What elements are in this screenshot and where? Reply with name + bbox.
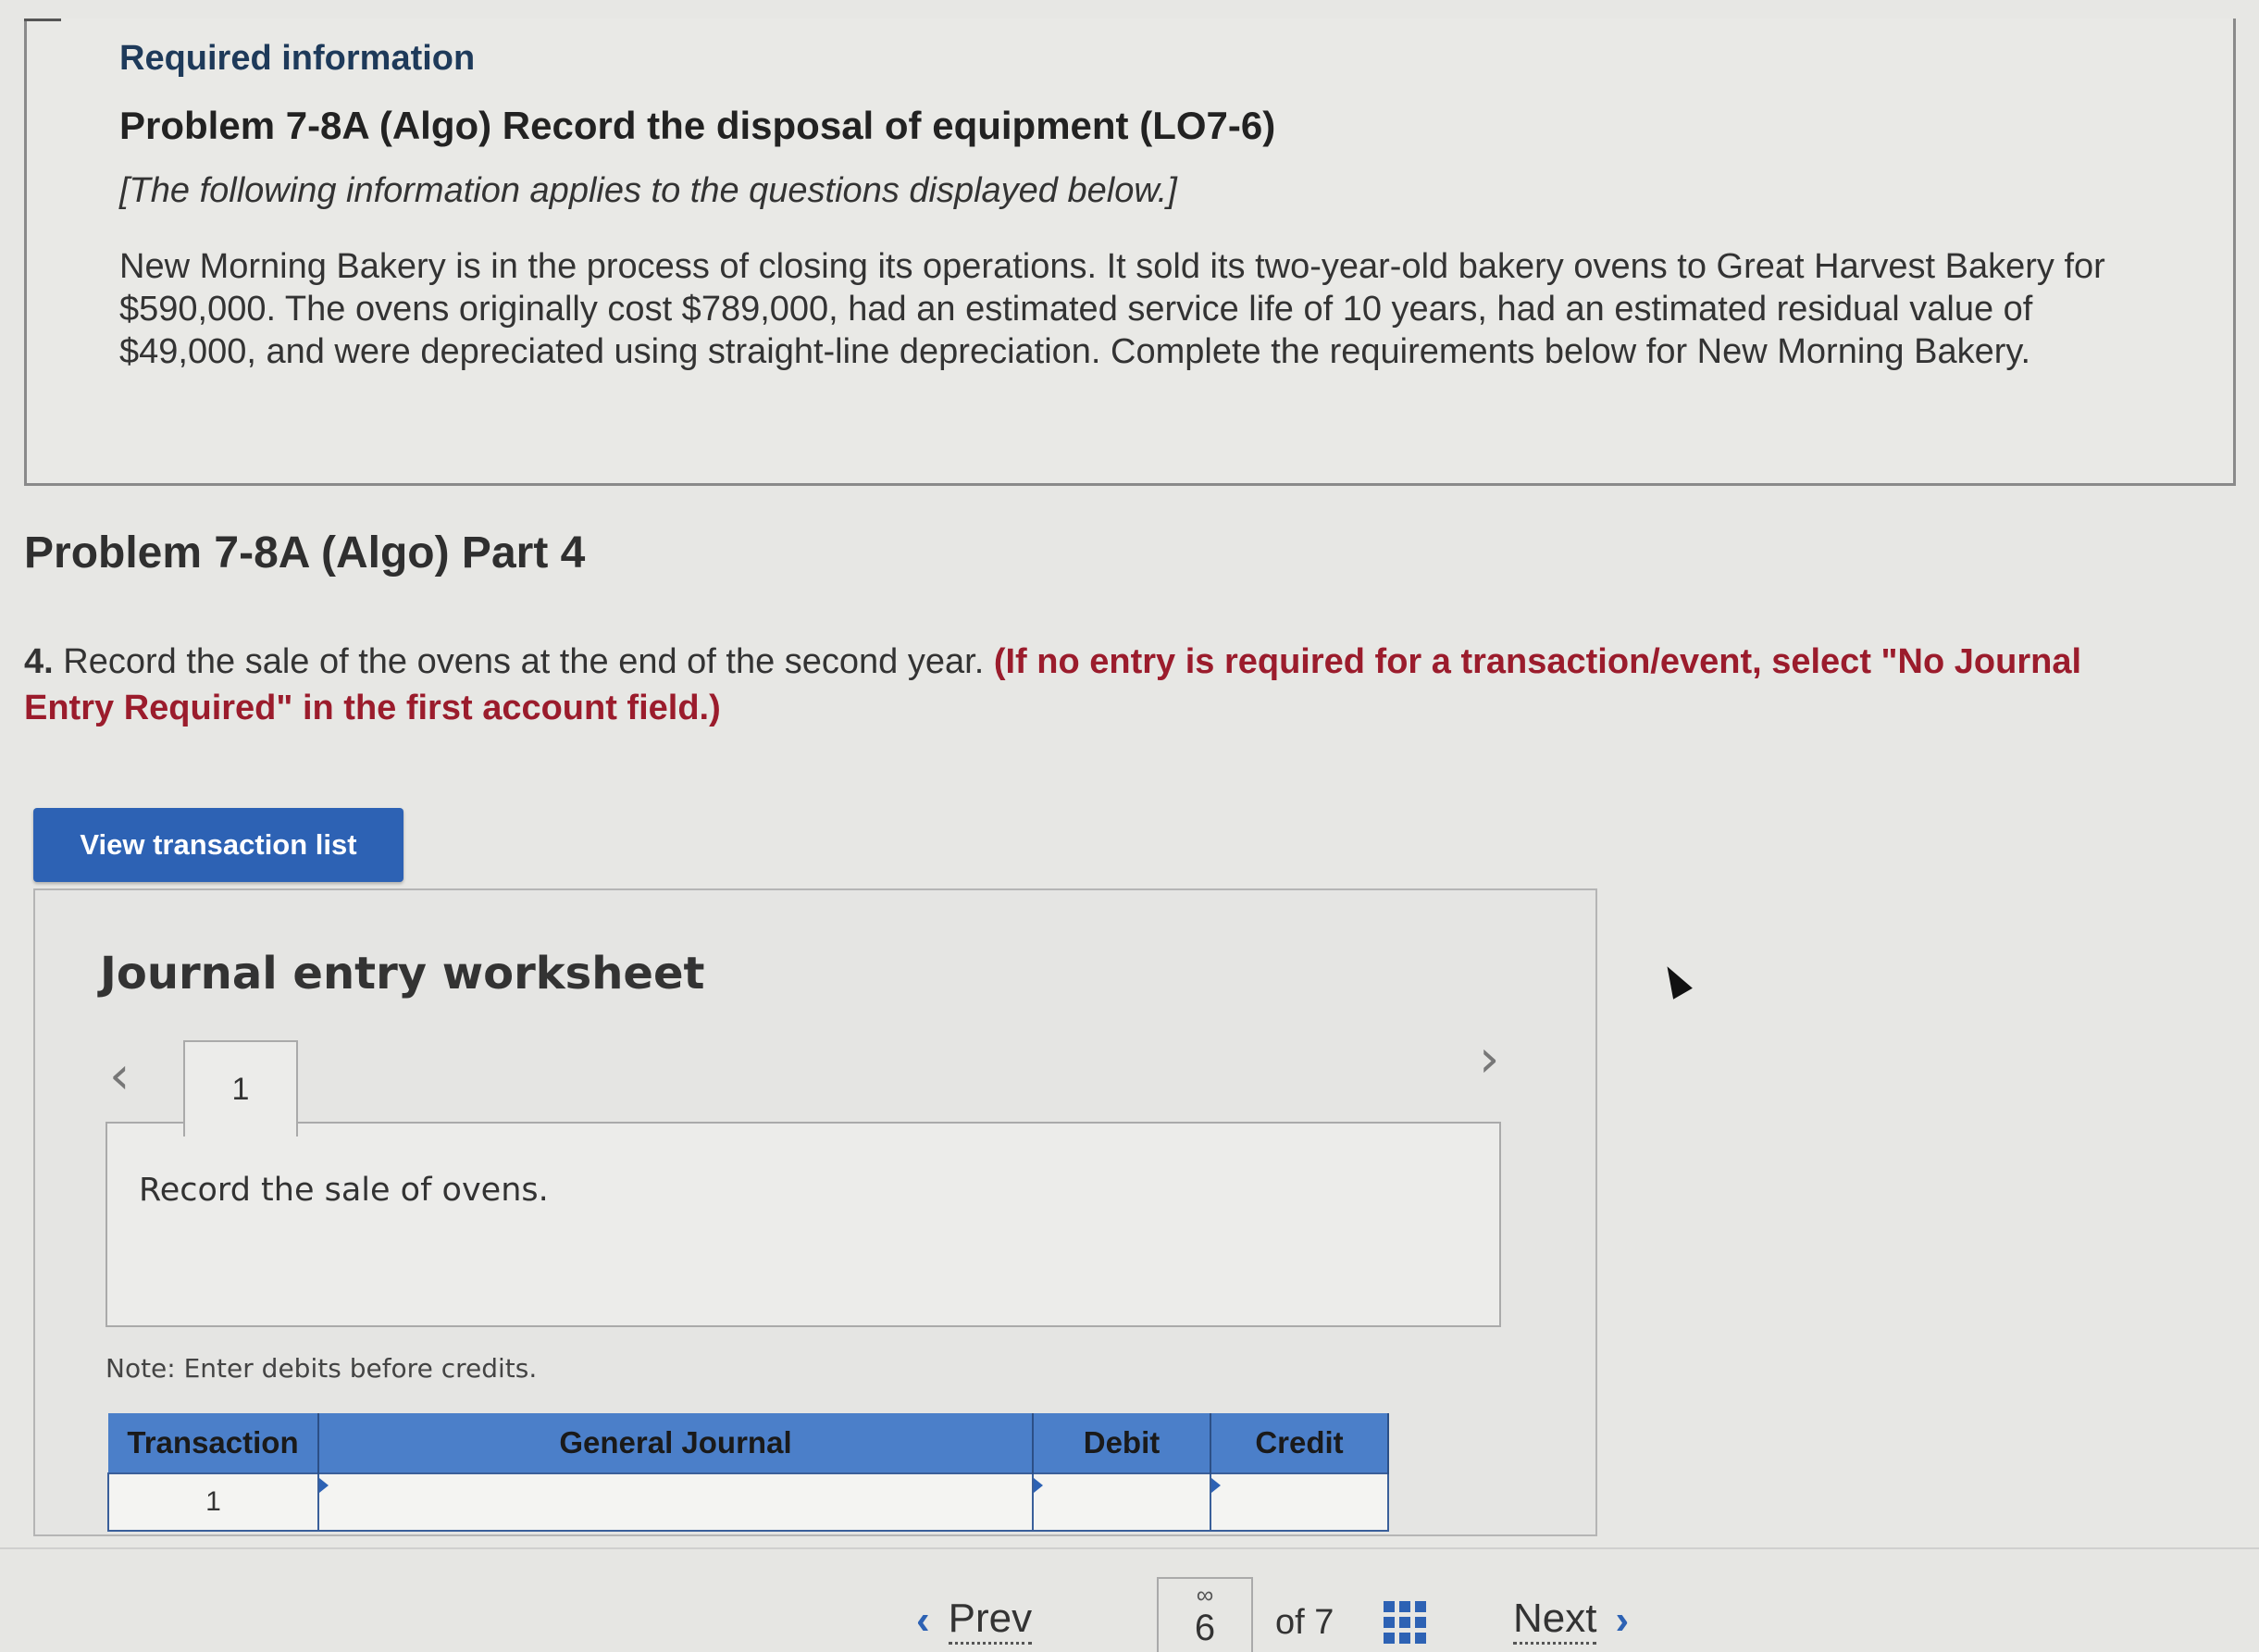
next-button[interactable]: Next › (1513, 1596, 1629, 1645)
required-information-label: Required information (119, 39, 476, 78)
scenario-text: New Morning Bakery is in the process of … (119, 247, 2105, 371)
current-page-number: 6 (1194, 1608, 1216, 1648)
journal-table: Transaction General Journal Debit Credit… (107, 1413, 1389, 1532)
entry-description: Record the sale of ovens. (139, 1172, 549, 1209)
panel-corner (24, 19, 61, 21)
question: 4. Record the sale of the ovens at the e… (24, 639, 2180, 731)
chevron-right-icon: › (1615, 1596, 1630, 1643)
worksheet-title: Journal entry worksheet (100, 948, 705, 1000)
worksheet-tab-1[interactable]: 1 (183, 1040, 298, 1137)
chevron-left-icon[interactable]: ‹ (109, 1046, 130, 1106)
journal-table-header: Transaction General Journal Debit Credit (108, 1413, 1389, 1473)
part-heading: Problem 7-8A (Algo) Part 4 (24, 528, 586, 578)
page-count: of 7 (1275, 1603, 1334, 1642)
page: Required information Problem 7-8A (Algo)… (0, 0, 2259, 1652)
column-debit: Debit (1033, 1413, 1211, 1473)
next-label: Next (1513, 1596, 1597, 1645)
journal-entry-worksheet: Journal entry worksheet ‹ 1 › Record the… (33, 888, 1597, 1536)
credit-input[interactable] (1210, 1472, 1389, 1532)
column-transaction: Transaction (108, 1413, 319, 1473)
debit-input[interactable] (1032, 1472, 1211, 1532)
problem-title: Problem 7-8A (Algo) Record the disposal … (119, 104, 1276, 147)
link-icon: ∞ (1196, 1581, 1214, 1609)
view-transaction-list-button[interactable]: View transaction list (33, 808, 403, 882)
mouse-cursor-icon (1657, 961, 1693, 1000)
column-general-journal: General Journal (318, 1413, 1034, 1473)
transaction-number: 1 (107, 1472, 319, 1532)
required-information-panel: Required information Problem 7-8A (Algo)… (24, 19, 2236, 486)
general-journal-input[interactable] (317, 1472, 1034, 1532)
entry-description-box: Record the sale of ovens. (106, 1122, 1501, 1327)
grid-icon[interactable] (1384, 1601, 1426, 1644)
chevron-left-icon: ‹ (916, 1596, 930, 1643)
current-page-box[interactable]: ∞ 6 (1157, 1577, 1253, 1652)
question-number: 4. (24, 642, 54, 681)
bottom-navigation: ‹ Prev ∞ 6 of 7 Next › (0, 1547, 2259, 1652)
question-text: Record the sale of the ovens at the end … (63, 642, 985, 681)
prev-button[interactable]: ‹ Prev (916, 1596, 1033, 1645)
column-credit: Credit (1210, 1413, 1389, 1473)
applies-note: [The following information applies to th… (119, 171, 1177, 210)
debits-note: Note: Enter debits before credits. (106, 1353, 538, 1384)
chevron-right-icon[interactable]: › (1479, 1029, 1499, 1089)
table-row: 1 (107, 1472, 1389, 1532)
prev-label: Prev (948, 1596, 1033, 1645)
